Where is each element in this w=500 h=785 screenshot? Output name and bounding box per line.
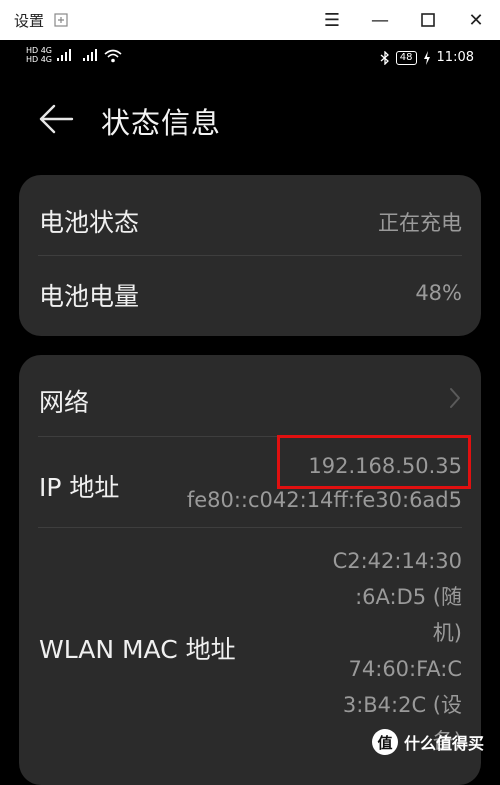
network-card: 网络 IP 地址 192.168.50.35 fe80::c042:14ff:f… [19, 355, 481, 785]
close-icon[interactable]: ✕ [462, 8, 490, 32]
sim2-label: HD 4G [26, 55, 53, 64]
battery-badge: 48 [395, 50, 417, 65]
back-arrow-icon[interactable] [36, 98, 76, 138]
sim1-label: HD 4G [26, 46, 53, 55]
battery-level-value: 48% [415, 281, 462, 305]
mac-line: 机) [432, 621, 462, 645]
status-right: 48 11:08 [380, 50, 474, 65]
battery-status-label: 电池状态 [39, 208, 140, 237]
mac-line: 3:B4:2C (设 [342, 693, 462, 717]
pin-icon[interactable] [53, 12, 69, 28]
battery-level-label: 电池电量 [39, 282, 140, 311]
mac-line: 74:60:FA:C [348, 657, 462, 681]
bluetooth-icon [380, 50, 389, 65]
battery-card: 电池状态 正在充电 电池电量 48% [19, 175, 481, 336]
wlan-mac-value: C2:42:14:30 :6A:D5 (随 机) 74:60:FA:C 3:B4… [302, 543, 462, 759]
wifi-icon [104, 49, 122, 63]
ipv6-value: fe80::c042:14ff:fe30:6ad5 [186, 488, 462, 512]
watermark: 值 什么值得买 [372, 729, 484, 755]
window-titlebar: 设置 ☰ — ✕ [0, 0, 500, 40]
watermark-logo-icon: 值 [372, 729, 398, 755]
battery-status-row: 电池状态 正在充电 [19, 175, 481, 255]
phone-status-bar: HD 4G HD 4G 48 11:08 [0, 40, 500, 78]
window-title: 设置 [14, 12, 45, 30]
ip-highlight-box [277, 435, 471, 489]
mac-line: :6A:D5 (随 [355, 585, 462, 609]
battery-status-value: 正在充电 [378, 211, 462, 235]
signal-bars-2-icon [83, 49, 97, 61]
sim1-signal-icon: HD 4G HD 4G [26, 46, 52, 64]
wlan-mac-label: WLAN MAC 地址 [39, 635, 236, 664]
mac-line: C2:42:14:30 [332, 549, 462, 573]
charging-icon [423, 50, 430, 65]
clock: 11:08 [436, 50, 474, 65]
chevron-right-icon [450, 388, 460, 408]
maximize-icon[interactable] [414, 8, 442, 32]
signal-bars-icon [57, 49, 71, 61]
menu-icon[interactable]: ☰ [318, 8, 346, 32]
network-label: 网络 [39, 388, 90, 417]
battery-level-row: 电池电量 48% [19, 255, 481, 335]
minimize-icon[interactable]: — [366, 8, 394, 32]
page-header: 状态信息 [0, 78, 500, 170]
page-title: 状态信息 [101, 106, 222, 140]
ip-address-label: IP 地址 [39, 473, 120, 502]
network-row[interactable]: 网络 [19, 355, 481, 436]
watermark-text: 什么值得买 [404, 734, 485, 753]
